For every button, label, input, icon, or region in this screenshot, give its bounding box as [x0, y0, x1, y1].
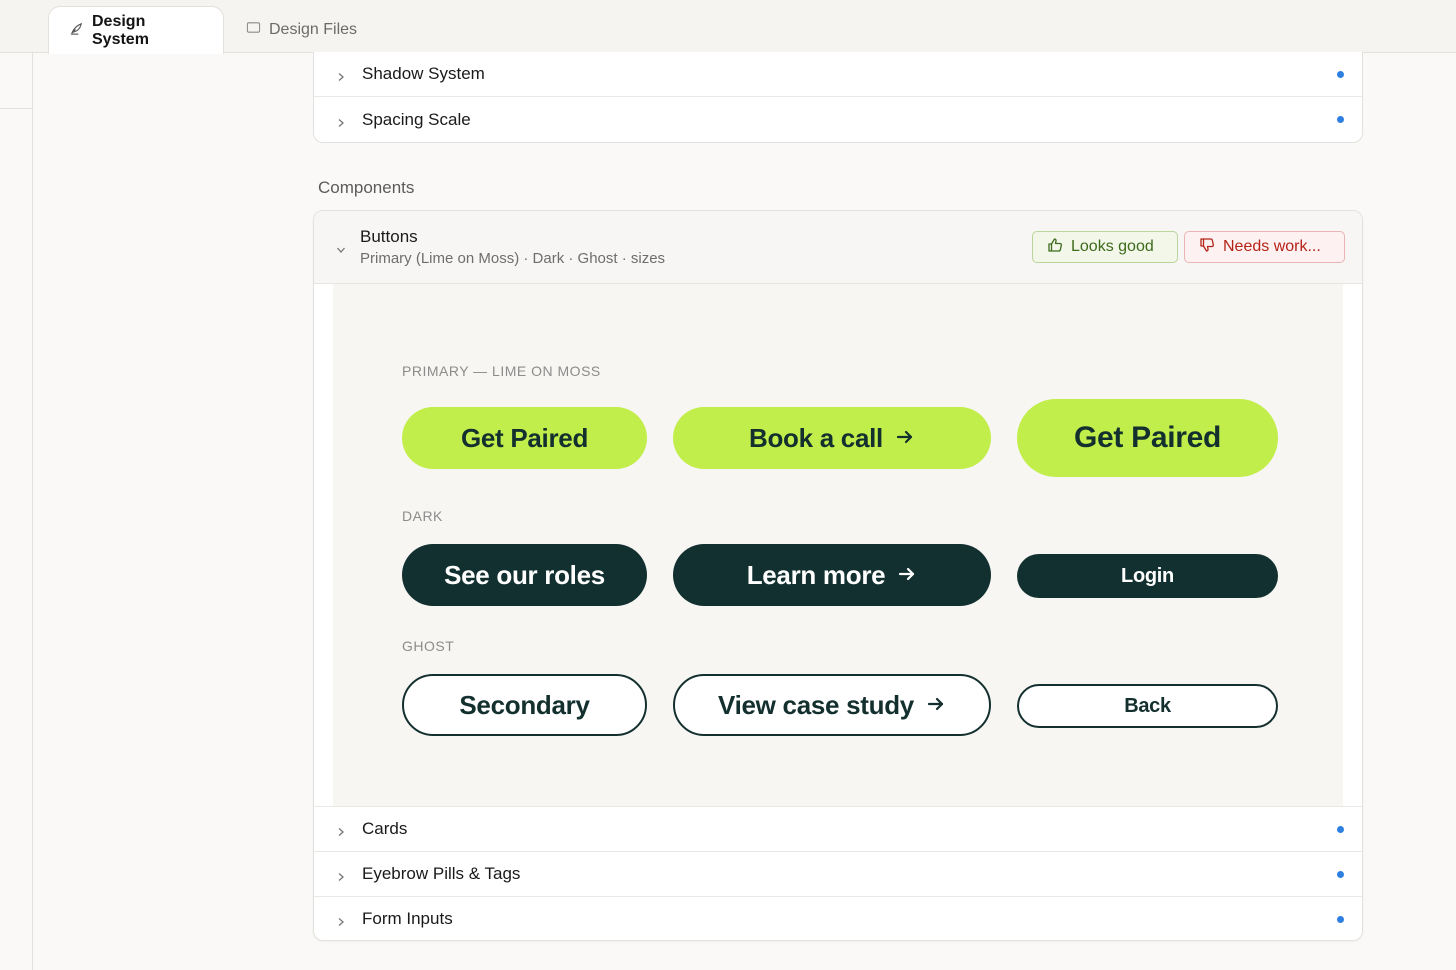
list-item-label: Spacing Scale — [362, 109, 471, 129]
list-item-shadow-system[interactable]: Shadow System — [314, 52, 1362, 97]
arrow-right-icon — [895, 423, 915, 454]
foundations-list: Shadow System Spacing Scale — [313, 52, 1363, 143]
button-label: See our roles — [444, 559, 605, 590]
status-dot — [1337, 826, 1344, 833]
leaf-pen-icon — [69, 21, 84, 41]
components-list: Buttons Primary (Lime on Moss) · Dark · … — [313, 210, 1363, 941]
list-item-label: Form Inputs — [362, 909, 453, 928]
get-paired-button[interactable]: Get Paired — [402, 407, 647, 469]
group-label-primary: PRIMARY — LIME ON MOSS — [402, 363, 601, 379]
needs-work-button[interactable]: Needs work... — [1184, 231, 1345, 263]
arrow-right-icon — [897, 560, 917, 591]
tab-bar: Design System Design Files — [0, 0, 1456, 54]
chevron-right-icon — [336, 115, 346, 127]
chevron-right-icon — [336, 824, 346, 836]
list-item-buttons-expanded[interactable]: Buttons Primary (Lime on Moss) · Dark · … — [314, 211, 1362, 284]
chevron-down-icon — [336, 242, 346, 253]
list-item-label: Cards — [362, 819, 408, 838]
list-item-cards[interactable]: Cards — [314, 806, 1362, 851]
list-item-form-inputs[interactable]: Form Inputs — [314, 896, 1362, 940]
folder-icon — [246, 20, 261, 40]
view-case-study-button[interactable]: View case study — [673, 674, 991, 736]
book-a-call-button[interactable]: Book a call — [673, 407, 991, 469]
buttons-preview-canvas: PRIMARY — LIME ON MOSS Get Paired Book a… — [333, 284, 1343, 806]
button-label: Login — [1121, 564, 1174, 587]
needs-work-label: Needs work... — [1223, 238, 1321, 255]
section-title: Buttons — [360, 227, 418, 246]
looks-good-button[interactable]: Looks good — [1032, 231, 1178, 263]
tab-design-system[interactable]: Design System — [48, 6, 224, 54]
looks-good-label: Looks good — [1071, 238, 1154, 255]
button-label: Get Paired — [1073, 421, 1222, 454]
list-item-eyebrow-pills-tags[interactable]: Eyebrow Pills & Tags — [314, 851, 1362, 896]
login-button[interactable]: Login — [1017, 554, 1278, 598]
tab-label: Design System — [92, 12, 149, 48]
back-button[interactable]: Back — [1017, 684, 1278, 728]
collapsed-component-rows: Cards Eyebrow Pills & Tags Form Inputs — [314, 806, 1362, 940]
button-label: Get Paired — [460, 422, 589, 453]
button-label: Learn more — [746, 559, 886, 590]
list-item-label: Shadow System — [362, 64, 485, 83]
secondary-button[interactable]: Secondary — [402, 674, 647, 736]
learn-more-button[interactable]: Learn more — [673, 544, 991, 606]
tab-label: Design Files — [269, 21, 358, 38]
section-heading-components: Components — [318, 178, 415, 197]
see-our-roles-button[interactable]: See our roles — [402, 544, 647, 606]
arrow-right-icon — [926, 690, 946, 721]
button-label: View case study — [718, 689, 914, 720]
tab-design-files[interactable]: Design Files — [226, 6, 377, 54]
group-label-ghost: GHOST — [402, 638, 455, 654]
status-dot — [1337, 916, 1344, 923]
status-dot — [1337, 116, 1344, 123]
app-window: Design System Design Files Shadow System… — [0, 0, 1456, 970]
status-dot — [1337, 71, 1344, 78]
chevron-right-icon — [336, 69, 346, 81]
chevron-right-icon — [336, 914, 346, 926]
section-subtitle: Primary (Lime on Moss) · Dark · Ghost · … — [360, 250, 666, 267]
thumbs-down-icon — [1199, 237, 1215, 258]
button-label: Secondary — [459, 689, 590, 720]
status-dot — [1337, 871, 1344, 878]
sidebar-divider — [0, 108, 33, 109]
thumbs-up-icon — [1047, 237, 1063, 258]
chevron-right-icon — [336, 869, 346, 881]
button-label: Back — [1124, 694, 1171, 717]
list-item-spacing-scale[interactable]: Spacing Scale — [314, 97, 1362, 142]
button-label: Book a call — [749, 422, 883, 453]
get-paired-large-button[interactable]: Get Paired — [1017, 399, 1278, 477]
left-sidebar-collapsed — [0, 53, 33, 970]
list-item-label: Eyebrow Pills & Tags — [362, 864, 521, 883]
group-label-dark: DARK — [402, 508, 443, 524]
